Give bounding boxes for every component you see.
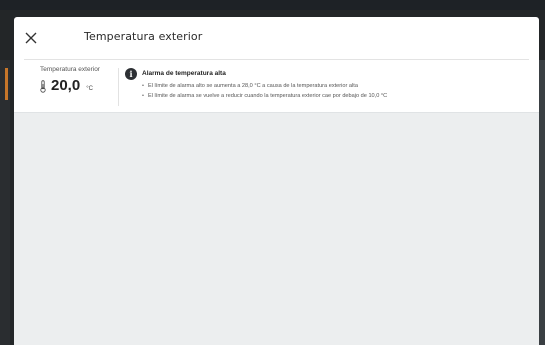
- modal-header: Temperatura exterior: [24, 17, 529, 60]
- alarm-title: Alarma de temperatura alta: [142, 70, 226, 77]
- app-top-bar: [0, 0, 545, 10]
- temperature-panel: Temperatura exterior 20,0 °C: [40, 66, 120, 93]
- app-sidebar-edge: [0, 60, 10, 345]
- sidebar-active-indicator: [5, 68, 8, 100]
- close-icon[interactable]: [24, 31, 38, 45]
- thermometer-icon: [40, 80, 46, 93]
- info-row: Temperatura exterior 20,0 °C i Alarma de…: [14, 60, 539, 113]
- temperature-label: Temperatura exterior: [40, 66, 100, 73]
- panel-divider: [118, 68, 119, 106]
- temperature-modal: Temperatura exterior Temperatura exterio…: [14, 17, 539, 345]
- temperature-unit: °C: [86, 86, 93, 92]
- alarm-list: El límite de alarma alto se aumenta a 28…: [142, 81, 387, 101]
- temperature-value: 20,0: [51, 77, 81, 94]
- alarm-item: El límite de alarma alto se aumenta a 28…: [142, 81, 387, 91]
- info-icon: i: [125, 68, 137, 80]
- temperature-value-row: 20,0 °C: [40, 78, 120, 93]
- modal-content-area: [14, 112, 539, 345]
- modal-title: Temperatura exterior: [84, 30, 203, 43]
- alarm-item: El límite de alarma se vuelve a reducir …: [142, 91, 387, 101]
- app-right-edge: [539, 60, 545, 345]
